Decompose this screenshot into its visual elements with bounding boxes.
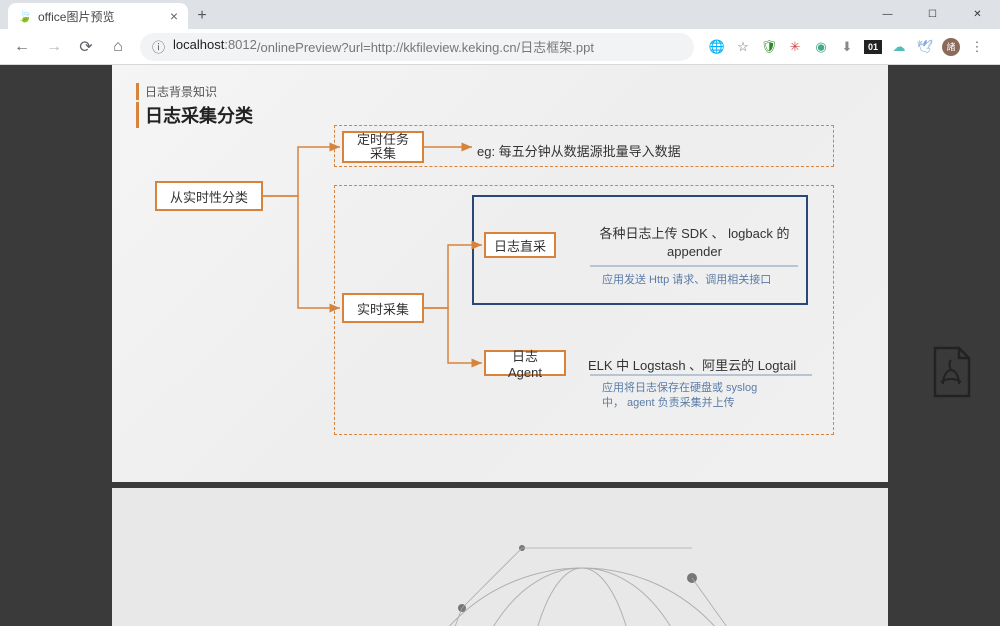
box-direct: 日志直采 xyxy=(484,232,556,258)
agent-note: 应用将日志保存在硬盘或 syslog 中， agent 负责采集并上传 xyxy=(602,381,757,412)
extensions-area: 🌐 ☆ 🛡 ✳ ◉ ⬇ 01 ☁ 🕊 諸 ⋮ xyxy=(702,38,992,56)
browser-tab[interactable]: 🍃 office图片预览 × xyxy=(8,3,188,29)
agent-desc: ELK 中 Logstash 、阿里云的 Logtail xyxy=(588,355,796,374)
download-icon[interactable]: ⬇ xyxy=(838,38,856,56)
shield-icon[interactable]: 🛡 xyxy=(760,38,778,56)
tab-bar: 🍃 office图片预览 × + xyxy=(0,0,1000,29)
url-host: localhost xyxy=(173,37,224,56)
new-tab-button[interactable]: + xyxy=(188,3,216,29)
direct-desc: 各种日志上传 SDK 、 logback 的appender xyxy=(592,225,797,261)
tab-close-icon[interactable]: × xyxy=(170,8,178,24)
tab-favicon-icon: 🍃 xyxy=(18,9,32,23)
box-agent: 日志 Agent xyxy=(484,350,566,376)
window-minimize[interactable]: — xyxy=(865,0,910,29)
url-port: :8012 xyxy=(224,37,257,56)
ext-icon-bird[interactable]: 🕊 xyxy=(916,38,934,56)
box-timed-l1: 定时任务 xyxy=(357,132,409,147)
back-button[interactable]: ← xyxy=(8,33,36,61)
window-maximize[interactable]: ☐ xyxy=(910,0,955,29)
cloud-icon[interactable]: ☁ xyxy=(890,38,908,56)
ext-icon-2[interactable]: ◉ xyxy=(812,38,830,56)
bookmark-star-icon[interactable]: ☆ xyxy=(734,38,752,56)
window-close[interactable]: ✕ xyxy=(955,0,1000,29)
avatar-icon[interactable]: 諸 xyxy=(942,38,960,56)
slide-title: 日志采集分类 xyxy=(136,102,253,128)
slide-1: 日志背景知识 日志采集分类 从实时性分类 定时任务采集 eg: 每五分钟从数据源… xyxy=(112,65,888,482)
pdf-export-button[interactable] xyxy=(927,345,975,399)
box-timed: 定时任务采集 xyxy=(342,131,424,163)
agent-note-l1: 应用将日志保存在硬盘或 syslog xyxy=(602,382,757,394)
forward-button[interactable]: → xyxy=(40,33,68,61)
box-root: 从实时性分类 xyxy=(155,181,263,211)
address-bar[interactable]: ⓘ localhost :8012 /onlinePreview?url=htt… xyxy=(140,33,694,61)
site-info-icon[interactable]: ⓘ xyxy=(152,37,165,56)
agent-note-l2: 中， agent 负责采集并上传 xyxy=(602,397,735,409)
content-viewport: 日志背景知识 日志采集分类 从实时性分类 定时任务采集 eg: 每五分钟从数据源… xyxy=(0,65,1000,626)
box-realtime: 实时采集 xyxy=(342,293,424,323)
ext-icon-num[interactable]: 01 xyxy=(864,40,882,54)
menu-icon[interactable]: ⋮ xyxy=(968,38,986,56)
direct-note: 应用发送 Http 请求、调用相关接口 xyxy=(602,271,771,287)
box-timed-l2: 采集 xyxy=(370,146,396,161)
browser-toolbar: ← → ⟳ ⌂ ⓘ localhost :8012 /onlinePreview… xyxy=(0,29,1000,65)
reload-button[interactable]: ⟳ xyxy=(72,33,100,61)
tab-title: office图片预览 xyxy=(38,8,114,25)
home-button[interactable]: ⌂ xyxy=(104,33,132,61)
slide-2-partial xyxy=(112,488,888,626)
url-path: /onlinePreview?url=http://kkfileview.kek… xyxy=(257,37,594,56)
timed-example: eg: 每五分钟从数据源批量导入数据 xyxy=(477,141,681,160)
slide-subtitle: 日志背景知识 xyxy=(136,83,253,100)
ext-icon-1[interactable]: ✳ xyxy=(786,38,804,56)
translate-icon[interactable]: 🌐 xyxy=(708,38,726,56)
